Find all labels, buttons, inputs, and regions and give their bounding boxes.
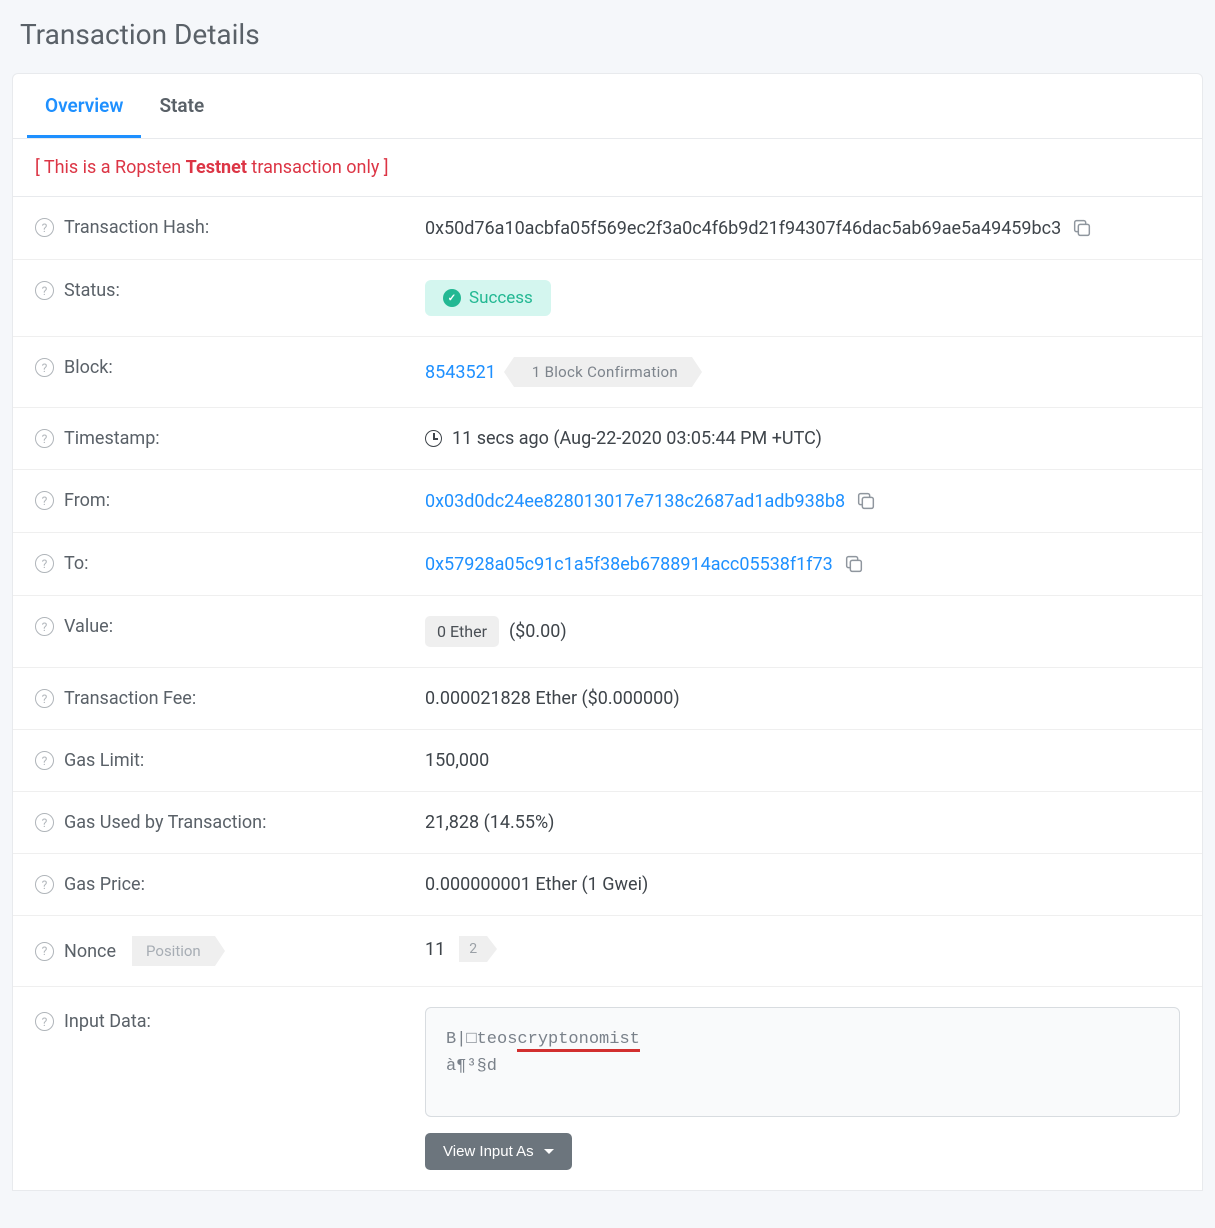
row-gas-used: ? Gas Used by Transaction: 21,828 (14.55… — [13, 792, 1202, 854]
label-block: Block: — [64, 357, 113, 378]
clock-icon — [425, 430, 442, 447]
block-link[interactable]: 8543521 — [425, 362, 496, 383]
row-gas-limit: ? Gas Limit: 150,000 — [13, 730, 1202, 792]
chevron-down-icon — [544, 1149, 554, 1154]
position-value-chip: 2 — [459, 936, 487, 962]
help-icon[interactable]: ? — [35, 429, 54, 448]
row-block: ? Block: 8543521 1 Block Confirmation — [13, 337, 1202, 408]
input-data-line1a: B|□teos — [446, 1030, 517, 1049]
help-icon[interactable]: ? — [35, 617, 54, 636]
status-text: Success — [469, 288, 533, 308]
position-chip: Position — [132, 936, 215, 966]
help-icon[interactable]: ? — [35, 689, 54, 708]
nonce-value: 11 — [425, 939, 445, 960]
row-timestamp: ? Timestamp: 11 secs ago (Aug-22-2020 03… — [13, 408, 1202, 470]
label-gas-price: Gas Price: — [64, 874, 145, 895]
label-input-data: Input Data: — [64, 1011, 151, 1032]
row-fee: ? Transaction Fee: 0.000021828 Ether ($0… — [13, 668, 1202, 730]
check-icon: ✓ — [443, 289, 461, 307]
gas-limit-value: 150,000 — [425, 750, 489, 771]
label-gas-used: Gas Used by Transaction: — [64, 812, 266, 833]
label-nonce: Nonce — [64, 941, 116, 962]
copy-icon[interactable] — [843, 553, 865, 575]
input-data-box[interactable]: B|□teoscryptonomist à¶³§d — [425, 1007, 1180, 1117]
timestamp-value: 11 secs ago (Aug-22-2020 03:05:44 PM +UT… — [452, 428, 822, 449]
input-data-line2: à¶³§d — [446, 1053, 1159, 1080]
label-to: To: — [64, 553, 89, 574]
help-icon[interactable]: ? — [35, 491, 54, 510]
help-icon[interactable]: ? — [35, 554, 54, 573]
help-icon[interactable]: ? — [35, 281, 54, 300]
row-from: ? From: 0x03d0dc24ee828013017e7138c2687a… — [13, 470, 1202, 533]
label-status: Status: — [64, 280, 120, 301]
value-ether-pill: 0 Ether — [425, 616, 499, 647]
row-input-data: ? Input Data: B|□teoscryptonomist à¶³§d … — [13, 987, 1202, 1190]
label-value: Value: — [64, 616, 113, 637]
label-from: From: — [64, 490, 110, 511]
banner-bold: Testnet — [186, 157, 247, 178]
label-gas-limit: Gas Limit: — [64, 750, 144, 771]
gas-used-value: 21,828 (14.55%) — [425, 812, 554, 833]
to-address-link[interactable]: 0x57928a05c91c1a5f38eb6788914acc05538f1f… — [425, 554, 833, 575]
fee-value: 0.000021828 Ether ($0.000000) — [425, 688, 680, 709]
view-input-as-button[interactable]: View Input As — [425, 1133, 572, 1170]
input-data-highlight: cryptonomist — [517, 1030, 639, 1052]
row-gas-price: ? Gas Price: 0.000000001 Ether (1 Gwei) — [13, 854, 1202, 916]
label-timestamp: Timestamp: — [64, 428, 160, 449]
row-nonce: ? Nonce Position 11 2 — [13, 916, 1202, 987]
block-confirmations-chip: 1 Block Confirmation — [514, 357, 692, 387]
copy-icon[interactable] — [855, 490, 877, 512]
label-fee: Transaction Fee: — [64, 688, 196, 709]
status-badge: ✓ Success — [425, 280, 551, 316]
help-icon[interactable]: ? — [35, 1012, 54, 1031]
copy-icon[interactable] — [1071, 217, 1093, 239]
view-input-as-label: View Input As — [443, 1143, 534, 1160]
row-to: ? To: 0x57928a05c91c1a5f38eb6788914acc05… — [13, 533, 1202, 596]
banner-pre: [ This is a Ropsten — [35, 157, 186, 178]
value-usd: ($0.00) — [509, 621, 567, 642]
row-transaction-hash: ? Transaction Hash: 0x50d76a10acbfa05f56… — [13, 197, 1202, 260]
gas-price-value: 0.000000001 Ether (1 Gwei) — [425, 874, 648, 895]
help-icon[interactable]: ? — [35, 813, 54, 832]
tab-overview[interactable]: Overview — [27, 74, 141, 138]
help-icon[interactable]: ? — [35, 218, 54, 237]
from-address-link[interactable]: 0x03d0dc24ee828013017e7138c2687ad1adb938… — [425, 491, 845, 512]
help-icon[interactable]: ? — [35, 875, 54, 894]
banner-post: transaction only ] — [247, 157, 389, 178]
help-icon[interactable]: ? — [35, 942, 54, 961]
label-hash: Transaction Hash: — [64, 217, 209, 238]
row-status: ? Status: ✓ Success — [13, 260, 1202, 337]
tabs: Overview State — [13, 74, 1202, 139]
transaction-card: Overview State [ This is a Ropsten Testn… — [12, 73, 1203, 1191]
help-icon[interactable]: ? — [35, 358, 54, 377]
help-icon[interactable]: ? — [35, 751, 54, 770]
tab-state[interactable]: State — [141, 74, 222, 138]
row-value: ? Value: 0 Ether ($0.00) — [13, 596, 1202, 668]
page-title: Transaction Details — [0, 0, 1215, 73]
testnet-banner: [ This is a Ropsten Testnet transaction … — [13, 139, 1202, 197]
transaction-hash: 0x50d76a10acbfa05f569ec2f3a0c4f6b9d21f94… — [425, 218, 1061, 239]
